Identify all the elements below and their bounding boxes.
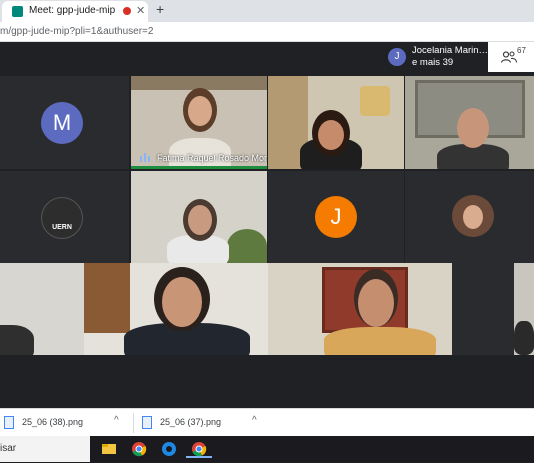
- search-placeholder: isar: [0, 443, 17, 454]
- participant-avatar: J: [315, 196, 357, 238]
- participant-tile-4[interactable]: [405, 76, 534, 169]
- participant-tile-j[interactable]: J: [268, 171, 404, 263]
- participant-tile-m[interactable]: M: [0, 76, 129, 169]
- browser-tab-strip: Meet: gpp-jude-mip ✕ +: [0, 0, 534, 22]
- participants-more: e mais 39: [412, 57, 454, 68]
- browser-tab-meet[interactable]: Meet: gpp-jude-mip ✕: [2, 1, 148, 22]
- audio-level-icon: [140, 153, 150, 162]
- participant-tile-11[interactable]: [268, 263, 452, 355]
- divider: [133, 413, 134, 433]
- download-filename: 25_06 (38).png: [22, 417, 84, 427]
- address-bar[interactable]: m/gpp-jude-mip?pli=1&authuser=2: [0, 22, 534, 42]
- taskbar-search-box[interactable]: isar: [0, 436, 90, 462]
- windows-taskbar: isar: [0, 436, 534, 462]
- participant-tile-13[interactable]: [514, 263, 534, 355]
- participant-tile-10[interactable]: [84, 263, 268, 355]
- participants-name: Jocelania Marin…: [412, 45, 489, 56]
- participant-tile-9[interactable]: [0, 263, 84, 355]
- participant-name: Fatima Raquel Rosado Mor…: [157, 153, 267, 163]
- participant-tile-6[interactable]: [131, 171, 267, 263]
- edge-icon[interactable]: [156, 440, 182, 458]
- participant-count: 67: [517, 46, 526, 55]
- chrome-active-window-icon[interactable]: [186, 440, 212, 458]
- people-icon: [501, 51, 517, 63]
- tab-title: Meet: gpp-jude-mip: [29, 5, 116, 16]
- image-file-icon: [4, 416, 14, 429]
- participants-summary: Jocelania Marin… e mais 39: [412, 45, 488, 69]
- tab-close-icon[interactable]: ✕: [136, 4, 145, 17]
- people-button[interactable]: 67: [488, 42, 534, 72]
- file-explorer-icon[interactable]: [96, 440, 122, 458]
- url-text[interactable]: m/gpp-jude-mip?pli=1&authuser=2: [0, 26, 153, 37]
- meet-favicon-icon: [12, 6, 23, 17]
- meet-top-bar: J Jocelania Marin… e mais 39 67: [384, 42, 534, 72]
- download-item[interactable]: 25_06 (38).png ^: [4, 414, 130, 432]
- participant-avatar: M: [41, 102, 83, 144]
- participant-photo: [452, 195, 494, 237]
- chrome-icon[interactable]: [126, 440, 152, 458]
- speaking-indicator: [131, 166, 267, 169]
- download-shelf: 25_06 (38).png ^ 25_06 (37).png ^: [0, 408, 534, 436]
- participant-tile-photo[interactable]: [405, 171, 534, 263]
- download-filename: 25_06 (37).png: [160, 417, 222, 427]
- participant-tile-fatima[interactable]: Fatima Raquel Rosado Mor…: [131, 76, 267, 169]
- recording-dot-icon: [123, 7, 131, 15]
- logo-text: UERN: [52, 224, 72, 231]
- participant-tile-uern[interactable]: UERN: [0, 171, 129, 263]
- download-item[interactable]: 25_06 (37).png ^: [142, 414, 268, 432]
- image-file-icon: [142, 416, 152, 429]
- participant-tile-3[interactable]: [268, 76, 404, 169]
- uern-logo-icon: UERN: [41, 197, 83, 239]
- download-menu-chevron-icon[interactable]: ^: [252, 415, 257, 426]
- meet-call-area: J Jocelania Marin… e mais 39 67 M Fatima…: [0, 42, 534, 408]
- new-tab-button[interactable]: +: [156, 1, 164, 17]
- participant-avatar: J: [388, 48, 406, 66]
- download-menu-chevron-icon[interactable]: ^: [114, 415, 119, 426]
- participant-tile-12-gap: [452, 263, 514, 355]
